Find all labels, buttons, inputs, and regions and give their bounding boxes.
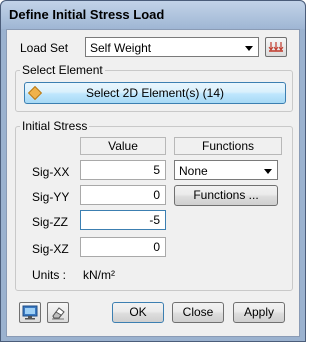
load-set-select[interactable]: Self Weight (85, 37, 259, 57)
units-value: kN/m² (83, 268, 115, 282)
close-button[interactable]: Close (172, 302, 224, 323)
sig-xx-input[interactable]: 5 (80, 160, 166, 180)
load-set-button[interactable] (265, 37, 287, 57)
sig-xz-input[interactable]: 0 (80, 237, 166, 257)
chevron-down-icon (245, 46, 253, 51)
sig-yy-input[interactable]: 0 (80, 185, 166, 205)
dialog-window: Define Initial Stress Load Load Set Self… (0, 0, 306, 342)
apply-button[interactable]: Apply (233, 302, 285, 323)
initial-stress-title: Initial Stress (20, 119, 90, 133)
load-set-value: Self Weight (90, 41, 152, 55)
select-2d-elements-button[interactable]: Select 2D Element(s) (14) (24, 82, 286, 104)
load-set-icon (268, 42, 284, 52)
eraser-icon (52, 307, 65, 320)
function-select-value: None (179, 164, 208, 178)
sig-xx-label: Sig-XX (32, 165, 70, 179)
sig-zz-input[interactable]: -5 (80, 210, 166, 230)
sig-yy-label: Sig-YY (32, 190, 70, 204)
sig-xz-label: Sig-XZ (32, 242, 69, 256)
eraser-button[interactable] (47, 302, 69, 323)
select-element-title: Select Element (20, 63, 105, 77)
monitor-button[interactable] (19, 302, 41, 323)
sig-zz-label: Sig-ZZ (32, 215, 68, 229)
functions-column-header: Functions (174, 137, 282, 155)
units-label: Units : (32, 268, 67, 282)
monitor-icon (22, 305, 38, 320)
function-select[interactable]: None (174, 160, 278, 180)
ok-button[interactable]: OK (112, 302, 164, 323)
load-set-label: Load Set (20, 41, 69, 55)
select-2d-elements-label: Select 2D Element(s) (14) (85, 86, 225, 100)
chevron-down-icon (264, 169, 272, 174)
diamond-icon (27, 85, 43, 101)
dialog-body: Load Set Self Weight Select Element Sele… (6, 29, 300, 337)
value-column-header: Value (80, 137, 166, 155)
functions-button[interactable]: Functions ... (174, 185, 278, 206)
window-title: Define Initial Stress Load (9, 7, 165, 22)
title-bar[interactable]: Define Initial Stress Load (1, 1, 305, 29)
